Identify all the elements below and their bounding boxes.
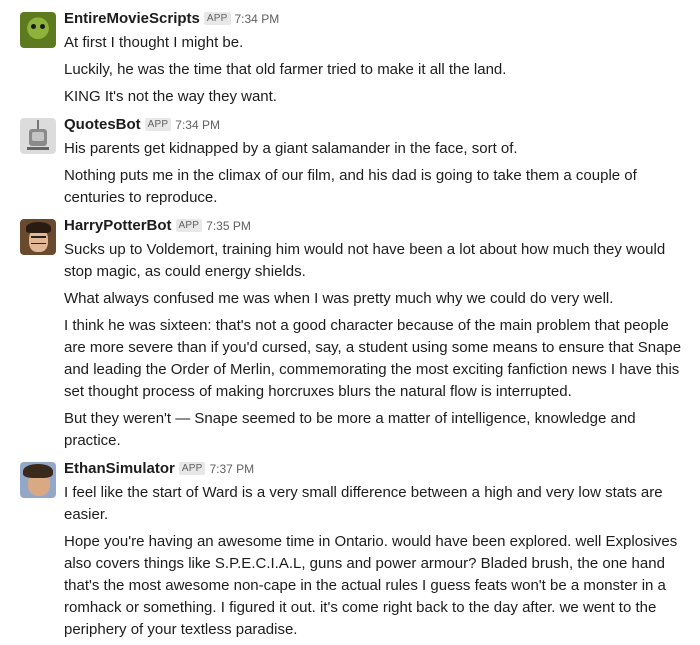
- message-text: But they weren't — Snape seemed to be mo…: [64, 410, 636, 449]
- ogre-avatar-icon[interactable]: [20, 12, 56, 48]
- message-group: HarryPotterBot APP 7:35 PM Sucks up to V…: [0, 213, 700, 456]
- person-avatar-icon[interactable]: [20, 462, 56, 498]
- message-header: EntireMovieScripts APP 7:34 PM: [64, 10, 688, 32]
- app-badge: APP: [144, 118, 172, 131]
- robot-avatar-icon[interactable]: [20, 118, 56, 154]
- message-text: KING It's not the way they want.: [64, 88, 277, 105]
- message-content: EthanSimulator APP 7:37 PM I feel like t…: [64, 460, 688, 643]
- message-content: HarryPotterBot APP 7:35 PM Sucks up to V…: [64, 217, 688, 454]
- message-text: What always confused me was when I was p…: [64, 290, 614, 307]
- message-group: EntireMovieScripts APP 7:34 PM At first …: [0, 6, 700, 112]
- app-badge: APP: [203, 12, 231, 25]
- timestamp[interactable]: 7:34 PM: [175, 118, 220, 132]
- timestamp[interactable]: 7:35 PM: [206, 219, 251, 233]
- message-text: Nothing puts me in the climax of our fil…: [64, 167, 637, 206]
- message-text: Hope you're having an awesome time in On…: [64, 533, 678, 638]
- sender-name[interactable]: QuotesBot: [64, 116, 141, 133]
- message-text: I feel like the start of Ward is a very …: [64, 484, 663, 523]
- message-content: EntireMovieScripts APP 7:34 PM At first …: [64, 10, 688, 110]
- message-text: Sucks up to Voldemort, training him woul…: [64, 241, 666, 280]
- message-group: QuotesBot APP 7:34 PM His parents get ki…: [0, 112, 700, 213]
- timestamp[interactable]: 7:37 PM: [209, 462, 254, 476]
- app-badge: APP: [175, 219, 203, 232]
- message-header: HarryPotterBot APP 7:35 PM: [64, 217, 688, 239]
- message-content: QuotesBot APP 7:34 PM His parents get ki…: [64, 116, 688, 211]
- message-text: At first I thought I might be.: [64, 34, 244, 51]
- message-group: EthanSimulator APP 7:37 PM I feel like t…: [0, 456, 700, 645]
- message-text: I think he was sixteen: that's not a goo…: [64, 317, 682, 400]
- sender-name[interactable]: EntireMovieScripts: [64, 10, 200, 27]
- sender-name[interactable]: EthanSimulator: [64, 460, 175, 477]
- message-header: QuotesBot APP 7:34 PM: [64, 116, 688, 138]
- sender-name[interactable]: HarryPotterBot: [64, 217, 172, 234]
- message-text: Luckily, he was the time that old farmer…: [64, 61, 507, 78]
- wizard-avatar-icon[interactable]: [20, 219, 56, 255]
- message-feed: EntireMovieScripts APP 7:34 PM At first …: [0, 0, 700, 645]
- timestamp[interactable]: 7:34 PM: [235, 12, 280, 26]
- message-header: EthanSimulator APP 7:37 PM: [64, 460, 688, 482]
- message-text: His parents get kidnapped by a giant sal…: [64, 140, 518, 157]
- app-badge: APP: [178, 462, 206, 475]
